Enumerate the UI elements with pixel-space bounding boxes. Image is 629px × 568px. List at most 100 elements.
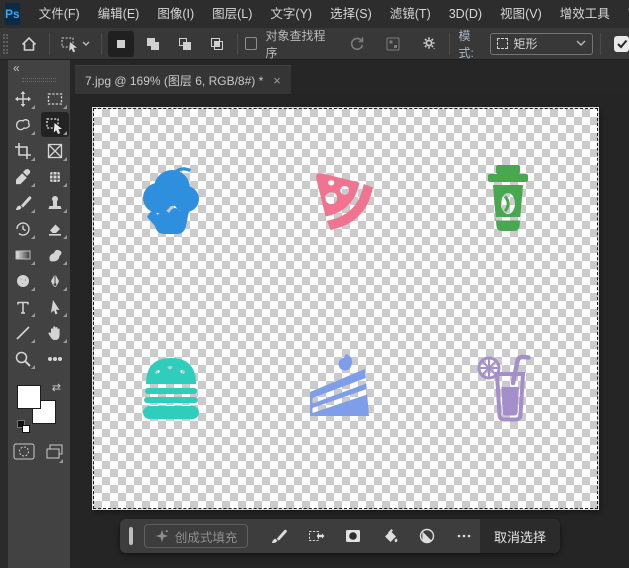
menu-file[interactable]: 文件(F) (30, 0, 89, 28)
menu-window[interactable]: 窗口(W) (619, 0, 629, 28)
photoshop-window: { "app": { "logo": "Ps" }, "menubar": { … (0, 0, 629, 568)
lasso-tool-icon[interactable] (9, 112, 37, 137)
frame-tool-icon[interactable] (41, 138, 69, 163)
generative-fill-button[interactable]: 创成式填充 (144, 524, 249, 548)
screen-mode-button[interactable] (45, 443, 65, 465)
edit-toolbar-icon[interactable] (41, 346, 69, 371)
hand-tool-icon[interactable] (41, 320, 69, 345)
cupcake-graphic[interactable] (131, 157, 211, 237)
history-brush-tool-icon[interactable] (9, 216, 37, 241)
panel-grip[interactable] (22, 78, 56, 82)
object-selection-tool-icon (62, 38, 89, 52)
rectangular-marquee-tool-icon[interactable] (41, 86, 69, 111)
add-to-selection-button[interactable] (140, 31, 166, 57)
options-grip[interactable] (3, 34, 8, 54)
juice-glass-graphic[interactable] (468, 347, 548, 427)
document-tab-title: 7.jpg @ 169% (图层 6, RGB/8#) * (85, 72, 263, 89)
commit-checkbox[interactable] (614, 36, 629, 52)
taskbar-more-button[interactable] (447, 522, 480, 550)
line-tool-icon[interactable] (9, 320, 37, 345)
swap-colors-icon[interactable]: ⇄ (52, 381, 61, 394)
tools-panel: « ⇄ (0, 60, 70, 568)
gear-icon (423, 37, 434, 48)
quick-mask-button[interactable] (13, 443, 35, 465)
taskbar-drag-handle[interactable] (129, 527, 133, 545)
collapse-panel-button[interactable]: « (8, 60, 70, 76)
canvas[interactable] (93, 108, 598, 509)
show-all-objects-button[interactable] (380, 31, 406, 57)
type-tool-icon[interactable] (9, 294, 37, 319)
rectangle-mode-icon (497, 38, 508, 49)
pen-tool-icon[interactable] (41, 268, 69, 293)
tool-options-bar: 对象查找程序 模式: 矩形 (0, 28, 629, 60)
menu-view[interactable]: 视图(V) (491, 0, 551, 28)
path-selection-tool-icon[interactable] (41, 294, 69, 319)
select-and-mask-button[interactable] (336, 522, 369, 550)
move-tool-icon[interactable] (9, 86, 37, 111)
mode-dropdown[interactable]: 矩形 (490, 33, 594, 55)
add-to-selection-icon (147, 38, 159, 50)
photoshop-logo: Ps (5, 3, 20, 25)
deselect-button[interactable]: 取消选择 (480, 519, 560, 553)
fill-selection-button[interactable] (373, 522, 406, 550)
menu-layer[interactable]: 图层(L) (203, 0, 261, 28)
menu-image[interactable]: 图像(I) (148, 0, 203, 28)
chevron-down-icon (83, 42, 89, 45)
select-and-mask-icon (344, 527, 362, 545)
modify-selection-button[interactable] (299, 522, 332, 550)
pizza-slice-graphic[interactable] (299, 156, 379, 236)
eraser-tool-icon[interactable] (41, 216, 69, 241)
contextual-task-bar: 创成式填充 取消选择 (120, 519, 560, 553)
clone-stamp-tool-icon[interactable] (41, 190, 69, 215)
separator (49, 33, 50, 55)
menu-type[interactable]: 文字(Y) (261, 0, 321, 28)
subtract-from-selection-icon (180, 38, 192, 50)
healing-brush-tool-icon[interactable] (41, 164, 69, 189)
home-button[interactable] (16, 31, 42, 57)
color-swatches: ⇄ (17, 381, 61, 427)
separator (237, 33, 238, 55)
current-tool-button[interactable] (57, 31, 94, 57)
intersect-selection-button[interactable] (204, 31, 230, 57)
document-tab[interactable]: 7.jpg @ 169% (图层 6, RGB/8#) * × (75, 65, 291, 94)
burger-graphic[interactable] (131, 347, 211, 427)
mode-label: 模式: (458, 27, 483, 61)
crop-tool-icon[interactable] (9, 138, 37, 163)
subtract-from-selection-button[interactable] (172, 31, 198, 57)
separator (449, 33, 450, 55)
menu-select[interactable]: 选择(S) (321, 0, 381, 28)
separator (600, 33, 601, 55)
smudge-tool-icon[interactable] (41, 242, 69, 267)
refresh-icon (351, 37, 362, 49)
generative-fill-label: 创成式填充 (175, 527, 238, 546)
gradient-tool-icon[interactable] (9, 242, 37, 267)
menu-edit[interactable]: 编辑(E) (89, 0, 149, 28)
foreground-color-swatch[interactable] (17, 385, 41, 409)
show-all-objects-icon (387, 38, 399, 50)
tab-close-button[interactable]: × (273, 73, 281, 88)
menu-filter[interactable]: 滤镜(T) (381, 0, 440, 28)
fill-icon (381, 527, 399, 545)
object-finder-checkbox[interactable] (245, 37, 257, 50)
coffee-cup-graphic[interactable] (468, 157, 548, 237)
sponge-tool-icon[interactable] (9, 268, 37, 293)
menu-plugins[interactable]: 增效工具 (551, 0, 619, 28)
tab-bar: 7.jpg @ 169% (图层 6, RGB/8#) * × (70, 60, 629, 94)
cake-slice-graphic[interactable] (299, 347, 379, 427)
home-icon (22, 38, 35, 50)
new-selection-icon (117, 40, 125, 48)
create-adjustment-button[interactable] (410, 522, 443, 550)
modify-selection-icon (307, 527, 325, 545)
brush-icon (270, 527, 288, 545)
menu-3d[interactable]: 3D(D) (440, 0, 491, 28)
eyedropper-tool-icon[interactable] (9, 164, 37, 189)
refresh-button[interactable] (344, 31, 370, 57)
select-brush-button[interactable] (262, 522, 295, 550)
new-selection-button[interactable] (108, 31, 134, 57)
adjustment-icon (418, 527, 436, 545)
object-selection-tool-icon[interactable] (41, 112, 69, 137)
brush-tool-icon[interactable] (9, 190, 37, 215)
default-colors-icon[interactable] (17, 420, 30, 433)
zoom-tool-icon[interactable] (9, 346, 37, 371)
selection-options-button[interactable] (416, 31, 442, 57)
